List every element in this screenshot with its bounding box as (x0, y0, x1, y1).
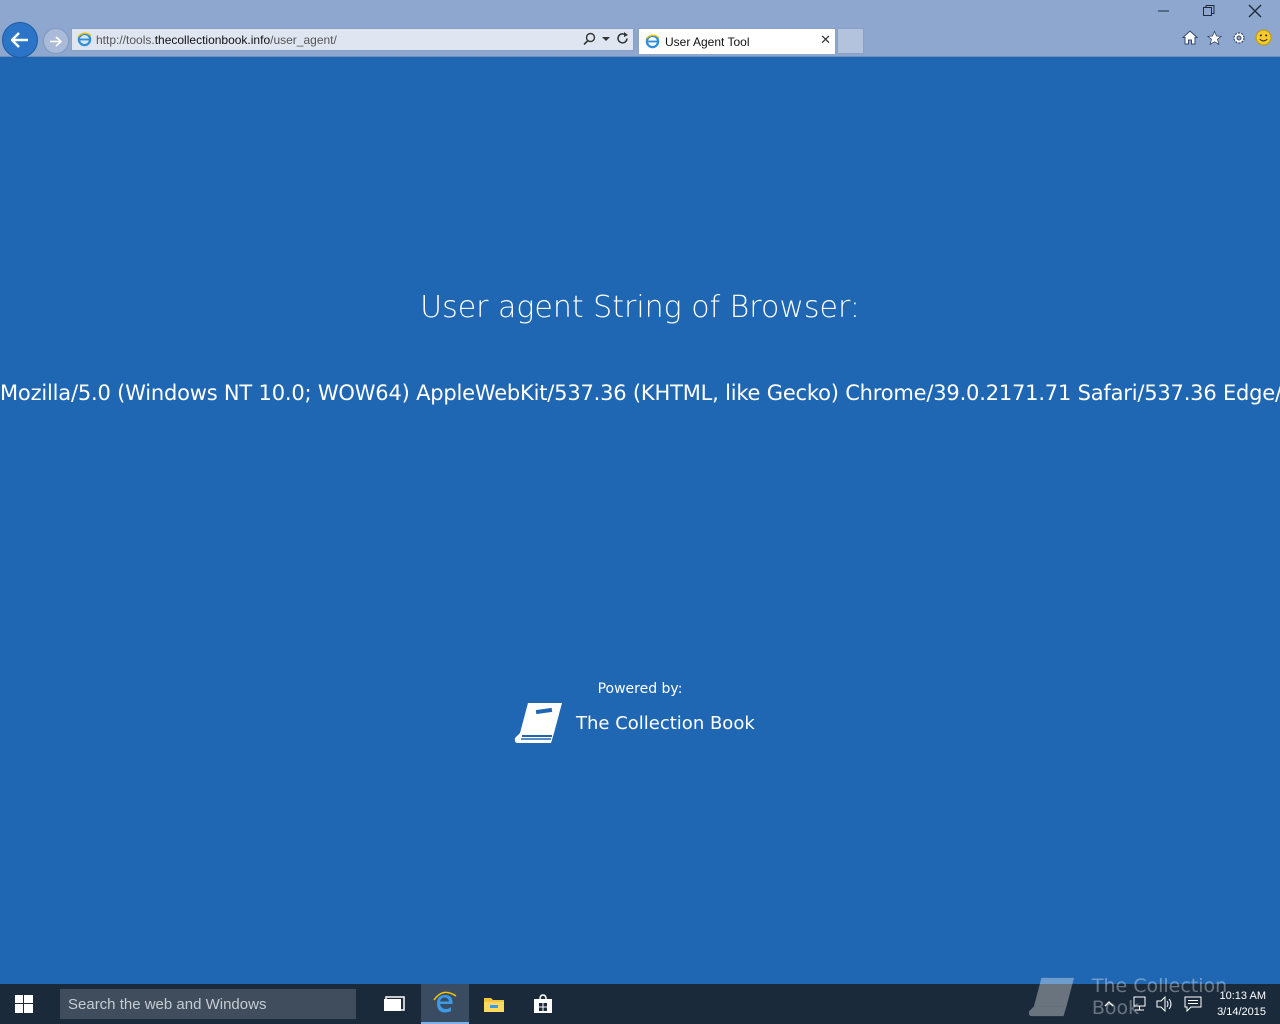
brand-name: The Collection Book (576, 712, 755, 734)
address-bar[interactable]: http://tools.thecollectionbook.info/user… (71, 28, 634, 51)
forward-button[interactable] (43, 28, 69, 54)
restore-icon (1203, 5, 1215, 16)
close-icon (1248, 4, 1262, 18)
store-icon (534, 994, 552, 1013)
clock-time: 10:13 AM (1219, 990, 1266, 1002)
taskbar-file-explorer-button[interactable] (470, 984, 518, 1024)
user-agent-string: Mozilla/5.0 (Windows NT 10.0; WOW64) App… (0, 381, 1280, 405)
page-title: User agent String of Browser: (420, 290, 860, 325)
new-tab-button[interactable] (837, 28, 864, 54)
home-icon[interactable] (1182, 30, 1198, 45)
windows-start-icon (15, 995, 33, 1013)
ie-favicon-icon (645, 34, 660, 49)
favorites-star-icon[interactable] (1206, 29, 1223, 46)
back-arrow-icon (11, 32, 28, 48)
tab-close-icon[interactable]: ✕ (820, 33, 831, 48)
address-url: http://tools.thecollectionbook.info/user… (96, 33, 337, 47)
clock[interactable]: 10:13 AM 3/14/2015 (1217, 988, 1266, 1020)
ie-favicon-icon (77, 32, 92, 47)
brand-link[interactable]: The Collection Book (514, 699, 755, 747)
start-button[interactable] (0, 984, 48, 1024)
taskbar-ie-button[interactable] (421, 984, 469, 1024)
edge-ie-icon (433, 991, 457, 1013)
minimize-button[interactable] (1141, 0, 1187, 22)
forward-arrow-icon (50, 35, 62, 47)
refresh-icon[interactable] (616, 32, 629, 45)
task-view-icon (384, 996, 405, 1011)
clock-date: 3/14/2015 (1217, 1006, 1266, 1018)
tab-user-agent-tool[interactable]: User Agent Tool ✕ (638, 28, 836, 54)
dropdown-icon[interactable] (602, 36, 610, 42)
taskbar-store-button[interactable] (519, 984, 567, 1024)
tab-title: User Agent Tool (665, 35, 750, 49)
settings-gear-icon[interactable] (1231, 30, 1247, 46)
taskbar-search-input[interactable]: Search the web and Windows (60, 989, 356, 1019)
task-view-button[interactable] (370, 984, 418, 1024)
smiley-feedback-icon[interactable] (1255, 29, 1272, 46)
book-watermark-icon (1028, 977, 1075, 1017)
restore-button[interactable] (1186, 0, 1232, 22)
back-button[interactable] (2, 22, 38, 58)
close-window-button[interactable] (1232, 0, 1278, 22)
powered-by-label: Powered by: (597, 681, 683, 697)
minimize-icon (1158, 10, 1169, 12)
book-logo-icon (514, 703, 562, 743)
file-explorer-icon (484, 998, 504, 1012)
browser-chrome: http://tools.thecollectionbook.info/user… (0, 0, 1280, 58)
search-icon[interactable] (583, 32, 596, 45)
